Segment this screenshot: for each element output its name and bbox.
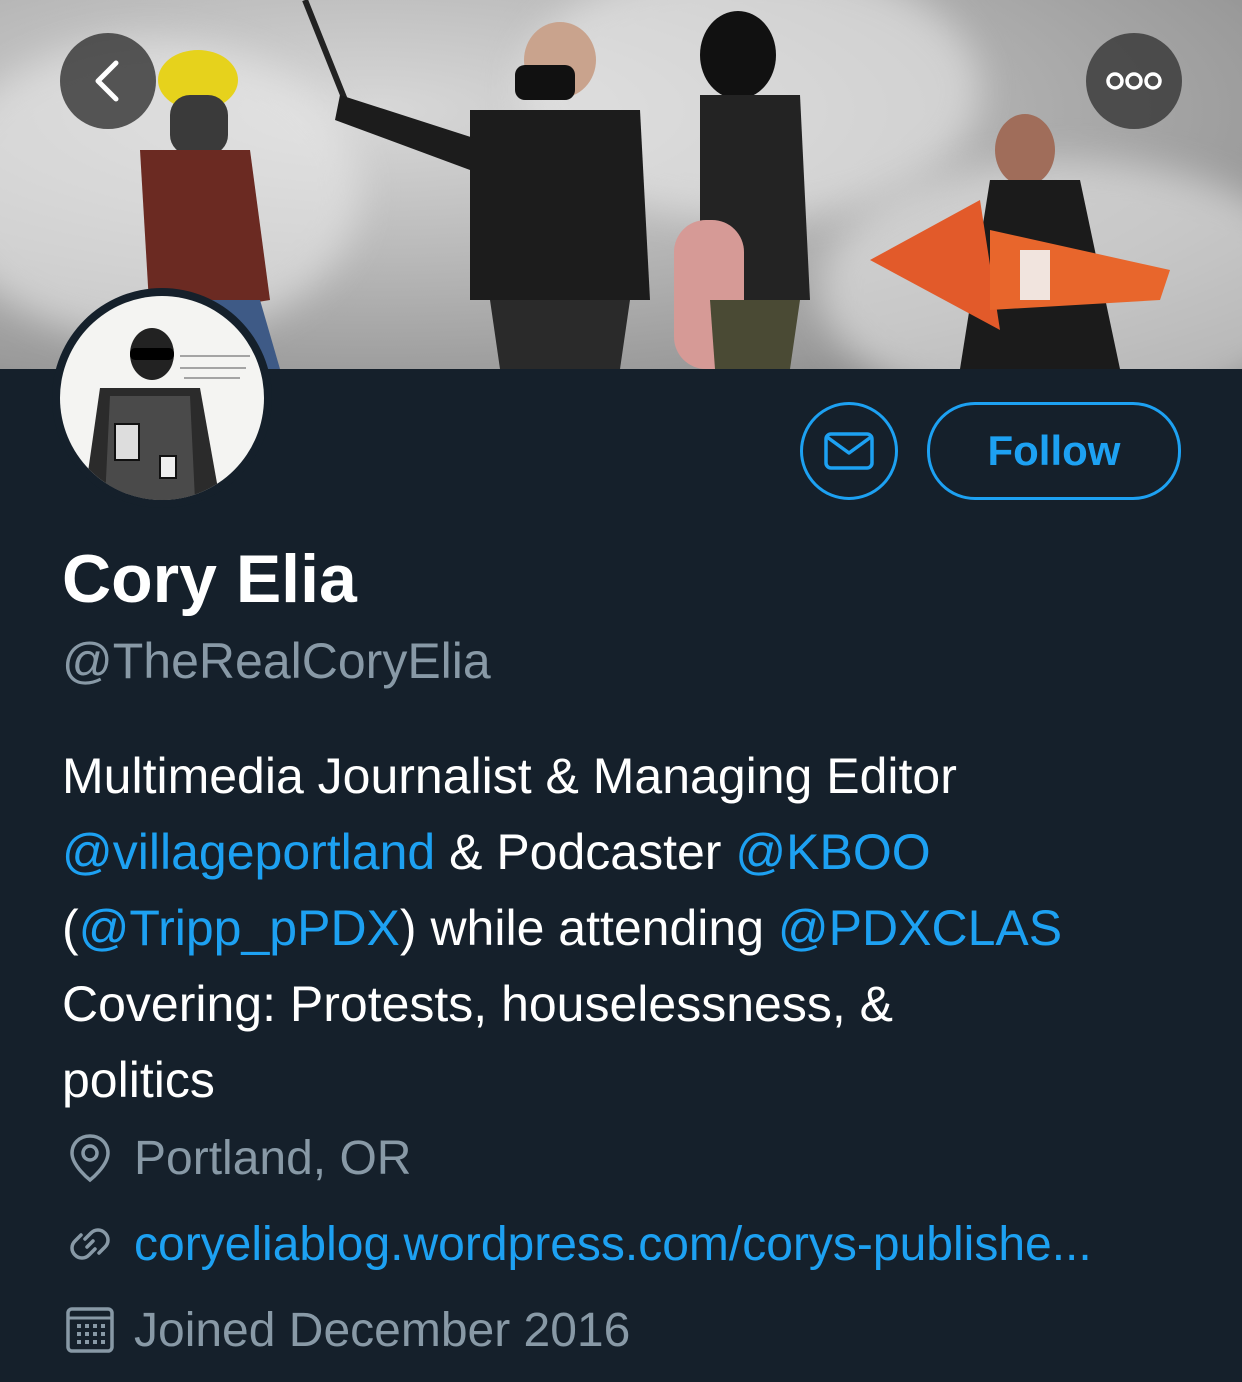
website-link[interactable]: coryeliablog.wordpress.com/corys-publish… [134,1217,1092,1272]
more-options-button[interactable] [1086,33,1182,129]
chevron-left-icon [95,60,119,102]
calendar-icon [62,1302,118,1358]
follow-button[interactable]: Follow [927,402,1181,500]
link-icon [62,1216,118,1272]
bio-line-2: @villageportland & Podcaster @KBOO [62,814,1202,890]
more-horizontal-icon [1106,72,1162,90]
bio-line-5: politics [62,1052,215,1108]
mention-link[interactable]: @villageportland [62,824,435,880]
mention-link[interactable]: @KBOO [735,824,930,880]
bio-text: ) while attending [399,900,778,956]
bio-text: & Podcaster [435,824,736,880]
bio-text: ( [62,900,79,956]
profile-website[interactable]: coryeliablog.wordpress.com/corys-publish… [62,1214,1092,1274]
profile-name: Cory Elia [62,541,357,617]
envelope-icon [824,432,874,470]
profile-joined: Joined December 2016 [62,1300,630,1360]
bio-line-4: Covering: Protests, houselessness, & [62,976,893,1032]
avatar-image [60,296,264,500]
location-pin-icon [62,1130,118,1186]
message-button[interactable] [800,402,898,500]
location-text: Portland, OR [134,1131,412,1185]
profile-location: Portland, OR [62,1128,411,1188]
profile-handle: @TheRealCoryElia [62,633,491,689]
bio-line-1: Multimedia Journalist & Managing Editor [62,748,957,804]
avatar[interactable] [52,288,272,508]
mention-link[interactable]: @Tripp_pPDX [79,900,400,956]
back-button[interactable] [60,33,156,129]
joined-text: Joined December 2016 [134,1303,631,1357]
profile-bio: Multimedia Journalist & Managing Editor … [62,738,1202,1118]
follow-button-label: Follow [987,427,1121,474]
bio-line-3: (@Tripp_pPDX) while attending @PDXCLAS [62,890,1202,966]
mention-link[interactable]: @PDXCLAS [778,900,1062,956]
